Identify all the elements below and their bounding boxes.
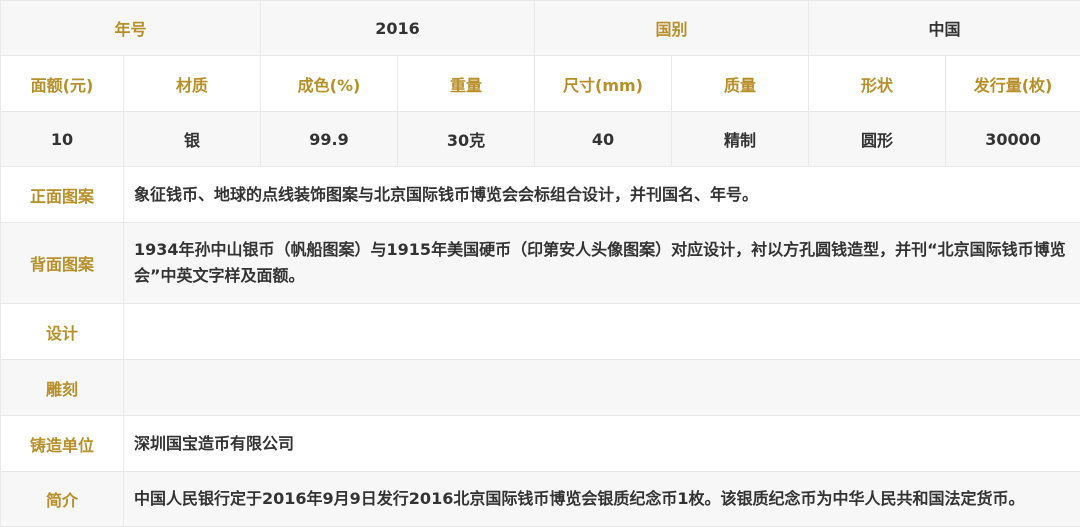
header-weight: 重量 (398, 56, 535, 112)
obverse-value: 象征钱币、地球的点线装饰图案与北京国际钱币博览会会标组合设计，并刊国名、年号。 (124, 167, 1080, 223)
reverse-label: 背面图案 (1, 223, 124, 304)
intro-row: 简介 中国人民银行定于2016年9月9日发行2016北京国际钱币博览会银质纪念币… (1, 472, 1080, 527)
mint-row: 铸造单位 深圳国宝造币有限公司 (1, 416, 1080, 472)
value-weight: 30克 (398, 112, 535, 167)
designer-label: 设计 (1, 304, 124, 360)
reverse-value: 1934年孙中山银币（帆船图案）与1915年美国硬币（印第安人头像图案）对应设计… (124, 223, 1080, 304)
value-quality: 精制 (672, 112, 809, 167)
header-material: 材质 (124, 56, 261, 112)
engraver-value (124, 360, 1080, 416)
obverse-row: 正面图案 象征钱币、地球的点线装饰图案与北京国际钱币博览会会标组合设计，并刊国名… (1, 167, 1080, 223)
year-value: 2016 (261, 1, 535, 56)
reverse-row: 背面图案 1934年孙中山银币（帆船图案）与1915年美国硬币（印第安人头像图案… (1, 223, 1080, 304)
header-size: 尺寸(mm) (535, 56, 672, 112)
summary-row: 年号 2016 国别 中国 (1, 1, 1080, 56)
country-value: 中国 (809, 1, 1080, 56)
header-mintage: 发行量(枚) (946, 56, 1080, 112)
header-quality: 质量 (672, 56, 809, 112)
header-shape: 形状 (809, 56, 946, 112)
header-denomination: 面额(元) (1, 56, 124, 112)
value-shape: 圆形 (809, 112, 946, 167)
engraver-label: 雕刻 (1, 360, 124, 416)
designer-value (124, 304, 1080, 360)
value-size: 40 (535, 112, 672, 167)
designer-row: 设计 (1, 304, 1080, 360)
spec-value-row: 10 银 99.9 30克 40 精制 圆形 30000 (1, 112, 1080, 167)
intro-value: 中国人民银行定于2016年9月9日发行2016北京国际钱币博览会银质纪念币1枚。… (124, 472, 1080, 527)
obverse-label: 正面图案 (1, 167, 124, 223)
intro-label: 简介 (1, 472, 124, 527)
year-label: 年号 (1, 1, 261, 56)
mint-value: 深圳国宝造币有限公司 (124, 416, 1080, 472)
mint-label: 铸造单位 (1, 416, 124, 472)
value-denomination: 10 (1, 112, 124, 167)
country-label: 国别 (535, 1, 809, 56)
coin-spec-table: 年号 2016 国别 中国 面额(元) 材质 成色(%) 重量 尺寸(mm) 质… (0, 0, 1080, 527)
engraver-row: 雕刻 (1, 360, 1080, 416)
value-fineness: 99.9 (261, 112, 398, 167)
header-fineness: 成色(%) (261, 56, 398, 112)
value-material: 银 (124, 112, 261, 167)
spec-header-row: 面额(元) 材质 成色(%) 重量 尺寸(mm) 质量 形状 发行量(枚) (1, 56, 1080, 112)
value-mintage: 30000 (946, 112, 1080, 167)
